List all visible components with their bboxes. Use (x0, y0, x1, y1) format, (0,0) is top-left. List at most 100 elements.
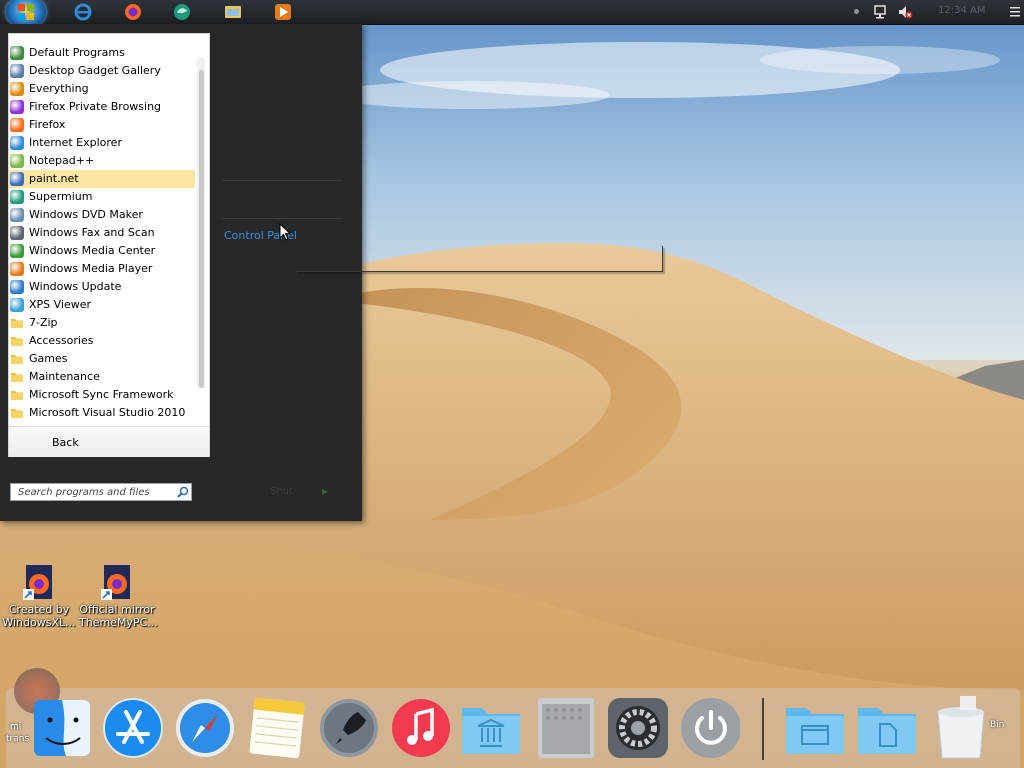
program-item[interactable]: Everything (9, 80, 195, 98)
music-icon[interactable] (390, 696, 452, 760)
launchpad-icon[interactable] (318, 696, 380, 760)
desktop-icon-label-line2: WindowsXL... (2, 616, 76, 629)
shutdown-arrow-icon[interactable]: ▶ (322, 487, 328, 496)
downloads-folder-icon[interactable] (856, 696, 918, 760)
all-programs-panel: Default Programs Desktop Gadget Gallery Ev… (8, 33, 210, 457)
dock-edge-label-left-2: trans (6, 734, 30, 744)
network-icon[interactable] (873, 4, 889, 20)
dock-edge-label-right: Bin (990, 720, 1005, 730)
program-item[interactable]: XPS Viewer (9, 296, 195, 314)
program-item[interactable]: Desktop Gadget Gallery (9, 62, 195, 80)
program-item[interactable]: Windows Media Center (9, 242, 195, 260)
search-icon[interactable] (177, 486, 189, 501)
folder-icon (10, 406, 24, 420)
program-item-label: Windows Fax and Scan (29, 226, 155, 239)
explorer-taskbar-icon[interactable] (224, 3, 242, 21)
search-input[interactable] (11, 484, 178, 500)
folder-icon (10, 370, 24, 384)
program-item[interactable]: Windows DVD Maker (9, 206, 195, 224)
desktop-shortcut-created-by[interactable]: Created by WindowsXL... (1, 565, 77, 629)
program-item-label: Firefox Private Browsing (29, 100, 162, 113)
desktop-icon-label-line1: Official mirror (79, 603, 155, 616)
folder-icon (10, 352, 24, 366)
app-store-icon[interactable] (102, 696, 164, 760)
program-item[interactable]: Firefox Private Browsing (9, 98, 195, 116)
firefox-taskbar-icon[interactable] (124, 3, 142, 21)
firefox-icon (10, 118, 24, 132)
scrollbar-thumb[interactable] (199, 70, 204, 388)
program-item[interactable]: Windows Media Player (9, 260, 195, 278)
program-item-label: Maintenance (29, 370, 100, 383)
magnifier-icon (10, 82, 24, 96)
desktop-icon-label-line2: ThemeMyPC... (79, 616, 158, 629)
dock-separator (762, 698, 764, 760)
program-item-label: XPS Viewer (29, 298, 92, 311)
taskbar: 12:34 AM (0, 0, 1024, 28)
program-item-label: Default Programs (29, 46, 125, 59)
volume-muted-icon[interactable] (897, 4, 913, 20)
media-player-icon (10, 262, 24, 276)
desktop-icon-label-line1: Created by (8, 603, 70, 616)
mouse-cursor-icon (279, 223, 291, 241)
windows-logo-icon (18, 4, 34, 20)
program-item[interactable]: Supermium (9, 188, 195, 206)
right-column-divider (222, 218, 342, 219)
internet-explorer-taskbar-icon[interactable] (74, 3, 92, 21)
fax-icon (10, 226, 24, 240)
program-item[interactable]: Notepad++ (9, 152, 195, 170)
program-item[interactable]: Internet Explorer (9, 134, 195, 152)
gadget-icon (10, 64, 24, 78)
program-item-label: Games (29, 352, 68, 365)
back-button[interactable]: Back (9, 426, 209, 457)
back-label: Back (52, 436, 79, 449)
search-box[interactable] (10, 483, 192, 501)
program-item[interactable]: Firefox (9, 116, 195, 134)
folder-icon (10, 334, 24, 348)
program-item-label: Microsoft Visual Studio 2010 (29, 406, 186, 419)
program-item[interactable]: Windows Update (9, 278, 195, 296)
program-item[interactable]: Microsoft Sync Framework (9, 386, 195, 404)
menu-icon[interactable] (1010, 5, 1020, 21)
firefox-file-icon (101, 565, 133, 601)
program-item-label: paint.net (29, 172, 79, 185)
xps-icon (10, 298, 24, 312)
program-item[interactable]: Default Programs (9, 44, 195, 62)
media-player-taskbar-icon[interactable] (274, 3, 292, 21)
desktop-shortcut-official-mirror[interactable]: Official mirror ThemeMyPC... (79, 565, 158, 629)
program-item-label: Internet Explorer (29, 136, 122, 149)
program-item[interactable]: 7-Zip (9, 314, 195, 332)
dock-edge-label-left: mi (10, 722, 22, 732)
trash-icon[interactable] (930, 694, 992, 760)
dvd-icon (10, 208, 24, 222)
tray-dot-icon[interactable] (854, 9, 859, 14)
documents-folder-icon[interactable] (784, 696, 846, 760)
mac-pro-icon[interactable] (534, 696, 596, 760)
paintnet-icon (10, 172, 24, 186)
firefox-private-icon (10, 100, 24, 114)
power-icon[interactable] (678, 696, 741, 760)
program-item-label: Accessories (29, 334, 94, 347)
applications-folder-icon[interactable] (460, 696, 522, 760)
program-item-label: 7-Zip (29, 316, 58, 329)
program-item-label: Everything (29, 82, 89, 95)
clock[interactable]: 12:34 AM (938, 5, 985, 16)
shutdown-button[interactable]: Shut (270, 486, 293, 497)
notes-icon[interactable] (246, 696, 308, 760)
default-programs-icon (10, 46, 24, 60)
program-item[interactable]: Microsoft Visual Studio 2010 (9, 404, 195, 422)
media-center-icon (10, 244, 24, 258)
right-column-divider (222, 180, 342, 181)
program-item[interactable]: Accessories (9, 332, 195, 350)
program-item-label: Microsoft Sync Framework (29, 388, 174, 401)
program-item[interactable]: Games (9, 350, 195, 368)
notepadpp-icon (10, 154, 24, 168)
program-item-label: Windows DVD Maker (29, 208, 143, 221)
supermium-taskbar-icon[interactable] (173, 3, 191, 21)
finder-icon[interactable] (32, 696, 94, 760)
ie-icon (10, 136, 24, 150)
program-item[interactable]: Maintenance (9, 368, 195, 386)
system-preferences-icon[interactable] (606, 696, 668, 760)
program-item[interactable]: Windows Fax and Scan (9, 224, 195, 242)
safari-icon[interactable] (174, 696, 236, 760)
program-item[interactable]: paint.net (9, 170, 195, 188)
